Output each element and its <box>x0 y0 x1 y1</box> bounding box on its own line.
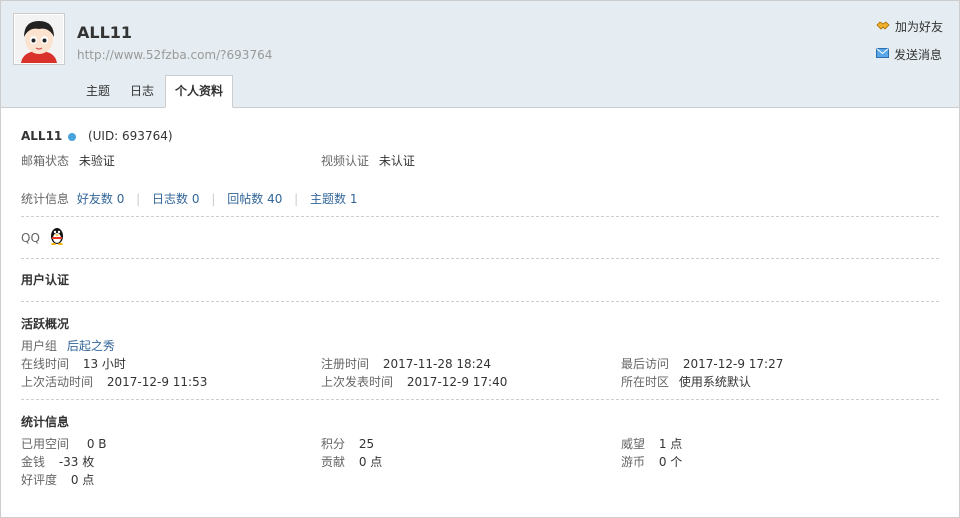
contribution-label: 贡献 <box>321 455 346 469</box>
last-post-label: 上次发表时间 <box>321 375 394 389</box>
qq-row: QQ <box>21 231 40 245</box>
video-auth-label: 视频认证 <box>321 154 370 168</box>
register-time-label: 注册时间 <box>321 357 370 371</box>
activity-title: 活跃概况 <box>21 317 70 331</box>
tab-profile[interactable]: 个人资料 <box>165 75 234 108</box>
replies-count-value: 40 <box>267 192 283 206</box>
divider <box>21 216 939 217</box>
blogs-count-label: 日志数 <box>152 192 189 206</box>
register-time: 注册时间 2017-11-28 18:24 <box>321 355 491 372</box>
online-time-label: 在线时间 <box>21 357 70 371</box>
last-visit-label: 最后访问 <box>621 357 670 371</box>
tab-threads[interactable]: 主题 <box>77 76 119 106</box>
email-status-value: 未验证 <box>78 154 115 168</box>
qq-penguin-icon[interactable] <box>49 227 65 248</box>
friends-count-value: 0 <box>116 192 125 206</box>
used-space-label: 已用空间 <box>21 437 70 451</box>
prestige-value: 1 点 <box>658 437 683 451</box>
game-coins: 游币 0 个 <box>621 453 682 470</box>
profile-tabs: 主题 日志 个人资料 <box>77 75 235 108</box>
profile-frame: ALL11 http://www.52fzba.com/?693764 加为好友… <box>0 0 960 518</box>
uid: (UID: 693764) <box>87 129 173 143</box>
money: 金钱 -33 枚 <box>21 453 94 470</box>
profile-name: ALL11 <box>21 129 63 143</box>
last-active: 上次活动时间 2017-12-9 11:53 <box>21 373 207 390</box>
statistics-title: 统计信息 <box>21 415 70 429</box>
last-visit-value: 2017-12-9 17:27 <box>682 357 784 371</box>
video-auth-value: 未认证 <box>378 154 415 168</box>
friends-count-label: 好友数 <box>76 192 113 206</box>
username: ALL11 <box>77 23 133 42</box>
rating-label: 好评度 <box>21 473 58 487</box>
blogs-count-value: 0 <box>191 192 200 206</box>
send-message-label: 发送消息 <box>893 47 942 62</box>
points-label: 积分 <box>321 437 346 451</box>
prestige: 威望 1 点 <box>621 435 682 452</box>
last-post: 上次发表时间 2017-12-9 17:40 <box>321 373 507 390</box>
online-status-icon <box>68 132 77 141</box>
used-space: 已用空间 0 B <box>21 435 107 452</box>
replies-count-link[interactable]: 回帖数 40 <box>227 192 282 206</box>
profile-url[interactable]: http://www.52fzba.com/?693764 <box>77 48 272 62</box>
online-time-value: 13 小时 <box>82 357 126 371</box>
threads-count-link[interactable]: 主题数 1 <box>310 192 357 206</box>
profile-header: ALL11 http://www.52fzba.com/?693764 加为好友… <box>1 1 959 108</box>
envelope-icon <box>875 47 894 61</box>
used-space-value: 0 B <box>86 437 107 451</box>
divider <box>21 399 939 400</box>
online-time: 在线时间 13 小时 <box>21 355 126 372</box>
tab-blogs[interactable]: 日志 <box>121 76 163 106</box>
divider <box>21 301 939 302</box>
timezone-value: 使用系统默认 <box>678 375 751 389</box>
add-friend-button[interactable]: 加为好友 <box>876 18 943 34</box>
qq-label: QQ <box>21 231 40 245</box>
contribution-value: 0 点 <box>358 455 383 469</box>
email-status: 邮箱状态 未验证 <box>21 152 115 169</box>
threads-count-label: 主题数 <box>310 192 347 206</box>
money-label: 金钱 <box>21 455 46 469</box>
email-status-label: 邮箱状态 <box>21 154 70 168</box>
stats-divider: | <box>136 192 141 206</box>
stats-divider: | <box>294 192 299 206</box>
money-value: -33 枚 <box>58 455 95 469</box>
friends-count-link[interactable]: 好友数 0 <box>77 192 124 206</box>
game-coins-value: 0 个 <box>658 455 683 469</box>
timezone: 所在时区 使用系统默认 <box>621 373 751 390</box>
replies-count-label: 回帖数 <box>227 192 264 206</box>
blogs-count-link[interactable]: 日志数 0 <box>152 192 199 206</box>
stats-label: 统计信息 <box>21 192 70 206</box>
last-visit: 最后访问 2017-12-9 17:27 <box>621 355 783 372</box>
rating-value: 0 点 <box>70 473 95 487</box>
last-active-label: 上次活动时间 <box>21 375 94 389</box>
send-message-button[interactable]: 发送消息 <box>875 46 943 62</box>
avatar[interactable] <box>13 13 65 65</box>
prestige-label: 威望 <box>621 437 646 451</box>
user-group-label: 用户组 <box>21 339 58 353</box>
user-group: 用户组 后起之秀 <box>21 337 115 354</box>
video-auth: 视频认证 未认证 <box>321 152 415 169</box>
last-active-value: 2017-12-9 11:53 <box>106 375 208 389</box>
divider <box>21 258 939 259</box>
register-time-value: 2017-11-28 18:24 <box>382 357 491 371</box>
profile-name-row: ALL11 (UID: 693764) <box>21 129 173 143</box>
last-post-value: 2017-12-9 17:40 <box>406 375 508 389</box>
header-actions: 加为好友 发送消息 <box>875 18 943 74</box>
timezone-label: 所在时区 <box>621 375 670 389</box>
rating: 好评度 0 点 <box>21 471 94 488</box>
stats-divider: | <box>211 192 216 206</box>
stats-row: 统计信息 好友数 0 | 日志数 0 | 回帖数 40 | 主题数 1 <box>21 190 358 207</box>
points-value: 25 <box>358 437 375 451</box>
threads-count-value: 1 <box>349 192 358 206</box>
contribution: 贡献 0 点 <box>321 453 382 470</box>
points: 积分 25 <box>321 435 374 452</box>
user-group-link[interactable]: 后起之秀 <box>67 339 115 353</box>
handshake-icon <box>876 19 895 34</box>
game-coins-label: 游币 <box>621 455 646 469</box>
user-auth-title: 用户认证 <box>21 273 70 287</box>
add-friend-label: 加为好友 <box>894 19 943 34</box>
